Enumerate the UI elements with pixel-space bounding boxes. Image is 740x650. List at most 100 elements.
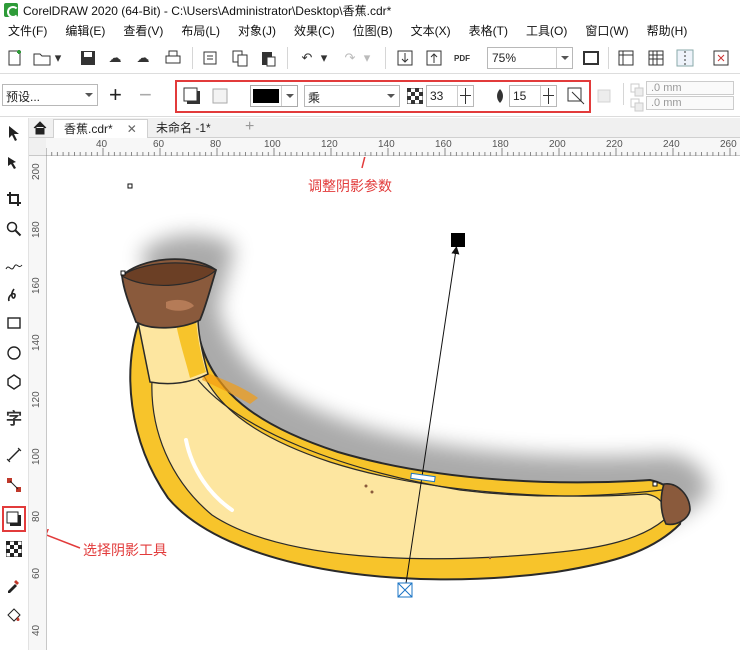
undo-icon[interactable]: ↶ [298, 49, 316, 67]
new-document-icon[interactable] [6, 49, 24, 67]
export-pdf-icon[interactable]: PDF [453, 49, 471, 67]
horizontal-ruler[interactable]: 40 60 80 100 120 140 160 180 200 220 240… [46, 138, 740, 156]
open-dropdown-icon[interactable]: ▾ [52, 49, 64, 67]
offset-y-field: .0 mm [646, 96, 734, 110]
menu-window[interactable]: 窗口(W) [576, 22, 637, 39]
cloud-download-icon[interactable]: ☁ [106, 49, 124, 67]
full-screen-icon[interactable] [582, 49, 600, 67]
annotation-arrow-shadow-tool [47, 529, 81, 549]
annotation-adjust-shadow: 调整阴影参数 [308, 178, 392, 194]
drop-shadow-tool-icon[interactable] [2, 506, 26, 532]
ruler-label: 80 [31, 510, 42, 522]
menu-text[interactable]: 文本(X) [402, 22, 460, 39]
banana-spot [370, 490, 374, 494]
remove-preset-icon: − [139, 82, 152, 107]
ellipse-tool-icon[interactable] [3, 342, 25, 364]
chevron-down-icon[interactable] [81, 85, 97, 105]
freehand-tool-icon[interactable] [3, 254, 25, 276]
export-arrow-icon[interactable] [425, 49, 443, 67]
tab-untitled-label: 未命名 -1* [156, 121, 211, 135]
ruler-label: 140 [31, 334, 42, 351]
pick-tool-icon[interactable] [3, 122, 25, 144]
preset-value: 预设... [6, 90, 41, 104]
menu-table[interactable]: 表格(T) [460, 22, 517, 39]
pdf-label: PDF [454, 53, 470, 63]
app-launcher-icon[interactable] [712, 49, 730, 67]
ruler-label: 120 [321, 139, 338, 150]
paste-icon[interactable] [259, 49, 277, 67]
import-icon[interactable] [201, 49, 219, 67]
save-icon[interactable] [79, 49, 97, 67]
shadow-end-handle[interactable] [451, 233, 465, 247]
redo-icon: ↷ [344, 50, 356, 65]
annotation-arrow-shadow-params [361, 157, 366, 169]
menu-object[interactable]: 对象(J) [229, 22, 285, 39]
print-icon[interactable] [164, 49, 182, 67]
ruler-label: 60 [31, 567, 42, 579]
rectangle-tool-icon[interactable] [3, 312, 25, 334]
zoom-tool-icon[interactable] [3, 218, 25, 240]
clear-shadow-icon [594, 86, 614, 106]
chevron-down-icon[interactable] [556, 48, 572, 68]
coreldraw-logo-icon [4, 3, 19, 18]
banana-spot [364, 484, 368, 488]
ruler-label: 200 [31, 163, 42, 180]
selection-node[interactable] [652, 481, 658, 487]
add-tab-icon[interactable]: + [245, 118, 254, 136]
ruler-label: 100 [31, 448, 42, 465]
toolbar-divider [385, 47, 386, 69]
parallel-dimension-tool-icon[interactable] [3, 444, 25, 466]
ruler-label: 200 [549, 139, 566, 150]
offset-x-value: .0 mm [651, 82, 682, 94]
interactive-fill-tool-icon[interactable] [3, 604, 25, 626]
import-arrow-icon[interactable] [396, 49, 414, 67]
ruler-label: 160 [31, 277, 42, 294]
text-tool-icon[interactable]: 字 [3, 406, 25, 428]
ruler-label: 180 [31, 221, 42, 238]
drawing-canvas[interactable] [47, 157, 740, 650]
home-icon[interactable] [29, 118, 51, 138]
show-grid-icon[interactable] [647, 49, 665, 67]
close-tab-icon[interactable]: ✕ [127, 122, 137, 136]
shape-tool-icon[interactable] [3, 152, 25, 174]
show-guidelines-icon[interactable] [676, 49, 694, 67]
tab-untitled[interactable]: 未命名 -1* [146, 119, 221, 138]
shadow-start-handle[interactable] [397, 582, 413, 598]
selection-node[interactable] [127, 183, 133, 189]
menu-help[interactable]: 帮助(H) [638, 22, 697, 39]
ruler-label: 60 [153, 139, 165, 150]
ruler-label: 220 [606, 139, 623, 150]
copy-icon[interactable] [231, 49, 249, 67]
undo-dropdown-icon[interactable]: ▾ [318, 49, 330, 67]
redo-dropdown-icon: ▾ [363, 50, 371, 65]
menu-bitmaps[interactable]: 位图(B) [344, 22, 402, 39]
zoom-level-select[interactable]: 75% [487, 47, 573, 69]
menu-file[interactable]: 文件(F) [0, 22, 56, 39]
offset-y-value: .0 mm [651, 97, 682, 109]
preset-select[interactable]: 预设... [2, 84, 98, 106]
show-rulers-icon[interactable] [617, 49, 635, 67]
connector-tool-icon[interactable] [3, 474, 25, 496]
tab-banana[interactable]: 香蕉.cdr* ✕ [53, 119, 148, 138]
artistic-media-tool-icon[interactable] [3, 284, 25, 306]
ruler-label: 160 [435, 139, 452, 150]
color-eyedropper-tool-icon[interactable] [3, 574, 25, 596]
polygon-tool-icon[interactable] [3, 371, 25, 393]
transparency-tool-icon[interactable] [3, 538, 25, 560]
title-bar: CorelDRAW 2020 (64-Bit) - C:\Users\Admin… [0, 0, 740, 20]
menu-tools[interactable]: 工具(O) [517, 22, 576, 39]
menu-effects[interactable]: 效果(C) [285, 22, 344, 39]
open-folder-icon[interactable] [33, 49, 51, 67]
ruler-label: 140 [378, 139, 395, 150]
shadow-params-highlight [175, 80, 591, 113]
add-preset-icon[interactable]: + [109, 84, 122, 106]
window-title: CorelDRAW 2020 (64-Bit) - C:\Users\Admin… [23, 3, 392, 18]
crop-tool-icon[interactable] [3, 188, 25, 210]
menu-edit[interactable]: 编辑(E) [56, 22, 114, 39]
cloud-upload-icon[interactable]: ☁ [134, 49, 152, 67]
menu-layout[interactable]: 布局(L) [172, 22, 229, 39]
selection-node[interactable] [120, 270, 126, 276]
vertical-ruler[interactable]: 200 180 160 140 120 100 80 60 40 [29, 156, 47, 650]
toolbar-divider [287, 47, 288, 69]
menu-view[interactable]: 查看(V) [114, 22, 172, 39]
